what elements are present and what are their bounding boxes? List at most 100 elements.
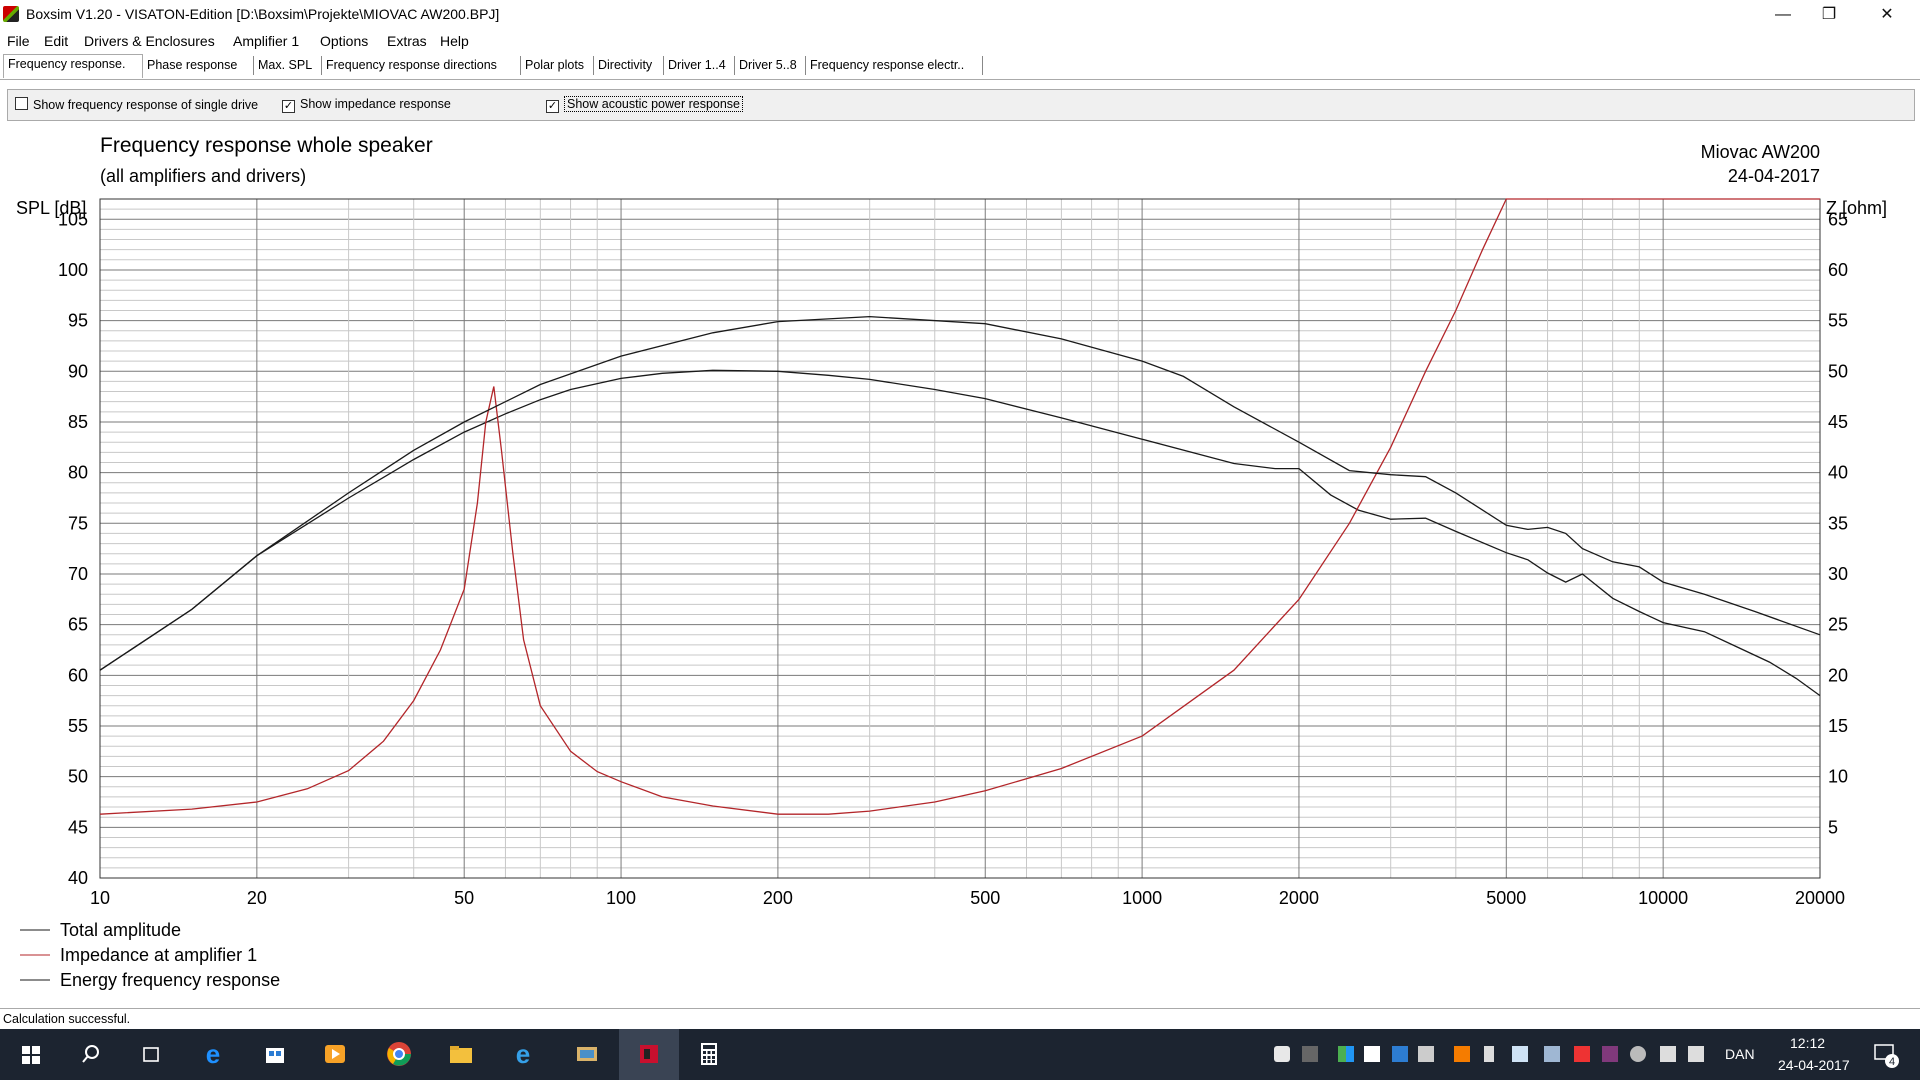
y-tick-label: 75: [68, 513, 88, 533]
security-tray-icon[interactable]: [1274, 1046, 1290, 1062]
x-tick-label: 5000: [1486, 888, 1526, 908]
acoustic-power-label: Show acoustic power response: [564, 96, 744, 112]
clock-time[interactable]: 12:12: [1790, 1035, 1825, 1051]
project-name: Miovac AW200: [1701, 142, 1820, 162]
internet-explorer-icon[interactable]: e: [508, 1039, 538, 1069]
restore-button[interactable]: ❐: [1806, 0, 1852, 29]
taskbar: e e DAN 12:12 24-04-2017 4: [0, 1029, 1920, 1080]
y-tick-label: 80: [68, 463, 88, 483]
tray-app-icon-6[interactable]: [1574, 1046, 1590, 1062]
series-energy-frequency-response: [99, 315, 1821, 671]
impedance-option[interactable]: ✓ Show impedance response: [282, 97, 451, 113]
menu-help[interactable]: Help: [440, 33, 469, 49]
search-icon[interactable]: [76, 1039, 106, 1069]
y-tick-label: 95: [68, 311, 88, 331]
tab-frequency-response-electr[interactable]: Frequency response electr..: [806, 56, 983, 75]
tray-app-icon-1[interactable]: [1302, 1046, 1318, 1062]
acoustic-power-option[interactable]: ✓ Show acoustic power response: [546, 96, 744, 113]
menu-options[interactable]: Options: [320, 33, 368, 49]
single-driver-label: Show frequency response of single drive: [33, 98, 259, 112]
tab-directivity[interactable]: Directivity: [594, 56, 664, 75]
x-tick-label: 2000: [1279, 888, 1319, 908]
menu-edit[interactable]: Edit: [44, 33, 68, 49]
input-language[interactable]: DAN: [1725, 1046, 1755, 1062]
tab-polar-plots[interactable]: Polar plots: [521, 56, 594, 75]
notification-count: 4: [1889, 1056, 1895, 1068]
chart-title: Frequency response whole speaker: [100, 134, 433, 157]
onedrive-icon[interactable]: [1630, 1046, 1646, 1062]
x-tick-label: 10000: [1638, 888, 1688, 908]
network-icon[interactable]: [1660, 1046, 1676, 1062]
status-bar: Calculation successful.: [0, 1008, 1920, 1029]
tab-bar: Frequency response. Phase response Max. …: [0, 53, 1920, 80]
remote-app-icon[interactable]: [572, 1039, 602, 1069]
y-tick-label: 50: [68, 767, 88, 787]
tick-labels: 10 20 50 100 200 500 1000 2000 5000 10000 20000 40 4…: [58, 209, 1848, 908]
dropbox-icon[interactable]: [1392, 1046, 1408, 1062]
x-tick-label: 20: [247, 888, 267, 908]
menu-amplifier-1[interactable]: Amplifier 1: [233, 33, 299, 49]
calculator-icon[interactable]: [694, 1039, 724, 1069]
tray-app-icon-3[interactable]: [1364, 1046, 1380, 1062]
tab-driver-1-4[interactable]: Driver 1..4: [664, 56, 735, 75]
media-player-icon[interactable]: [320, 1039, 350, 1069]
tab-phase-response[interactable]: Phase response: [143, 56, 254, 75]
boxsim-icon: [640, 1045, 658, 1063]
volume-icon[interactable]: [1688, 1046, 1704, 1062]
minimize-button[interactable]: —: [1760, 0, 1806, 29]
tray-app-icon-4[interactable]: [1418, 1046, 1434, 1062]
single-driver-option[interactable]: Show frequency response of single drive: [15, 97, 277, 112]
tab-driver-5-8[interactable]: Driver 5..8: [735, 56, 806, 75]
tray-app-icon-5[interactable]: [1454, 1046, 1470, 1062]
x-tick-label: 10: [90, 888, 110, 908]
onenote-icon[interactable]: [1602, 1046, 1618, 1062]
single-driver-checkbox[interactable]: [15, 97, 28, 110]
chrome-icon[interactable]: [384, 1039, 414, 1069]
grid: [99, 198, 1821, 879]
y2-tick-label: 40: [1828, 463, 1848, 483]
clock-date[interactable]: 24-04-2017: [1778, 1057, 1850, 1073]
menu-extras[interactable]: Extras: [387, 33, 427, 49]
plot-frame: [99, 198, 1821, 879]
title-bar: Boxsim V1.20 - VISATON-Edition [D:\Boxsi…: [0, 0, 1920, 29]
tab-frequency-response[interactable]: Frequency response.: [3, 54, 143, 78]
x-tick-label: 1000: [1122, 888, 1162, 908]
legend-total-amplitude: Total amplitude: [60, 920, 181, 940]
y2-tick-label: 45: [1828, 412, 1848, 432]
store-icon[interactable]: [260, 1039, 290, 1069]
impedance-label: Show impedance response: [300, 97, 451, 111]
y2-tick-label: 35: [1828, 513, 1848, 533]
windows-start-icon[interactable]: [16, 1039, 46, 1069]
frequency-response-chart: 10 20 50 100 200 500 1000 2000 5000 10000 20000 40 4…: [16, 134, 1887, 990]
menu-drivers-enclosures[interactable]: Drivers & Enclosures: [84, 33, 215, 49]
legend: Total amplitude Impedance at amplifier 1…: [20, 920, 280, 990]
legend-impedance: Impedance at amplifier 1: [60, 945, 257, 965]
mail-icon[interactable]: [1512, 1046, 1528, 1062]
y-tick-label: 70: [68, 564, 88, 584]
y2-tick-label: 10: [1828, 767, 1848, 787]
tab-max-spl[interactable]: Max. SPL: [254, 56, 322, 75]
svg-text:e: e: [206, 1039, 220, 1069]
y2-tick-label: 30: [1828, 564, 1848, 584]
boxsim-taskbar-button[interactable]: [619, 1029, 679, 1080]
usb-icon[interactable]: [1484, 1046, 1494, 1062]
file-explorer-icon[interactable]: [446, 1039, 476, 1069]
x-tick-label: 100: [606, 888, 636, 908]
y2-tick-label: 15: [1828, 716, 1848, 736]
edge-icon[interactable]: e: [198, 1039, 228, 1069]
y2-tick-label: 25: [1828, 615, 1848, 635]
tab-frequency-response-directions[interactable]: Frequency response directions: [322, 56, 521, 75]
close-button[interactable]: ✕: [1864, 0, 1910, 29]
menu-file[interactable]: File: [7, 33, 30, 49]
impedance-checkbox[interactable]: ✓: [282, 100, 295, 113]
network-share-icon[interactable]: [1544, 1046, 1560, 1062]
action-center-icon[interactable]: 4: [1872, 1041, 1900, 1069]
task-view-icon[interactable]: [136, 1039, 166, 1069]
x-tick-label: 50: [454, 888, 474, 908]
y-tick-label: 65: [68, 615, 88, 635]
acoustic-power-checkbox[interactable]: ✓: [546, 100, 559, 113]
tray-app-icon-2[interactable]: [1338, 1046, 1354, 1062]
options-panel: Show frequency response of single drive …: [7, 89, 1915, 121]
y2-tick-label: 5: [1828, 817, 1838, 837]
y-tick-label: 55: [68, 716, 88, 736]
